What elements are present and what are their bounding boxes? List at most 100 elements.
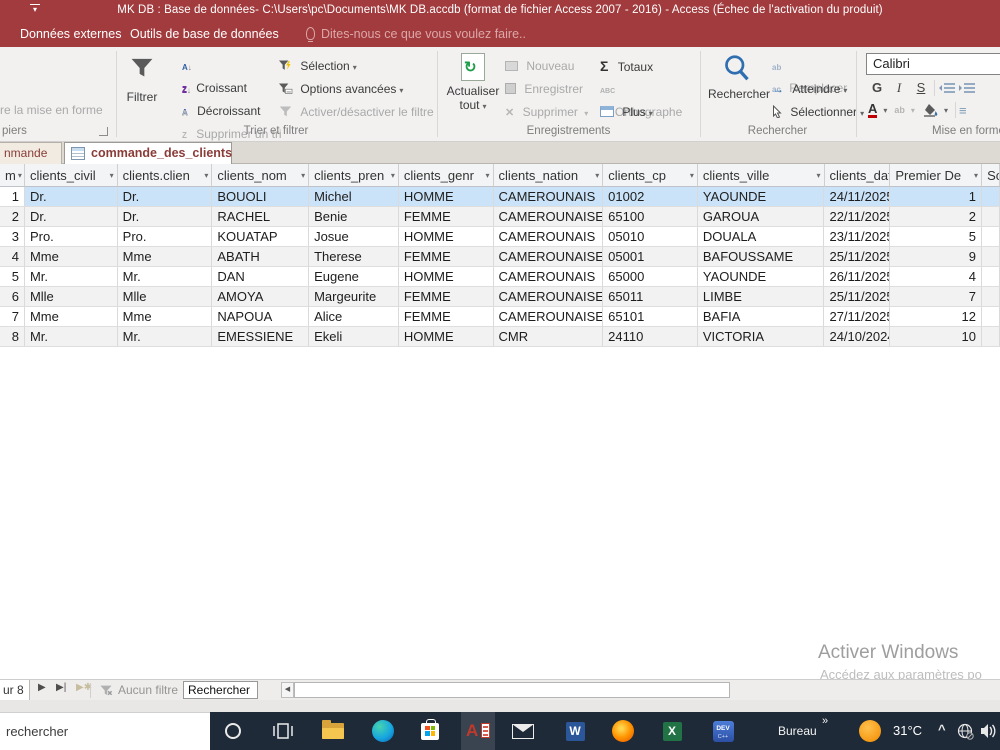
excel-button[interactable]: X <box>655 712 689 750</box>
table-cell[interactable]: 7 <box>890 287 982 307</box>
column-sort-caret-icon[interactable]: ▾ <box>974 171 978 180</box>
table-cell[interactable]: 25/11/2025 <box>824 247 891 267</box>
sort-ascending-button[interactable]: A↓ Z Croissant <box>182 56 247 95</box>
advanced-options-button[interactable]: Options avancées ▾ <box>278 79 403 99</box>
column-header[interactable]: clients_genr ▾ <box>398 164 494 187</box>
volume-button[interactable] <box>980 712 1000 750</box>
file-explorer-button[interactable] <box>316 712 350 750</box>
firefox-button[interactable] <box>606 712 640 750</box>
table-cell[interactable]: YAOUNDE <box>697 187 825 207</box>
table-cell[interactable]: Dr. <box>24 187 118 207</box>
find-button[interactable]: Rechercher <box>708 53 770 101</box>
table-cell[interactable]: DAN <box>212 267 310 287</box>
table-cell[interactable]: CAMEROUNAISE <box>493 247 604 267</box>
table-cell[interactable]: BAFIA <box>697 307 825 327</box>
table-cell[interactable]: 65100 <box>603 207 698 227</box>
refresh-all-button[interactable]: ↻ Actualiser tout ▾ <box>445 53 501 112</box>
column-sort-caret-icon[interactable]: ▾ <box>301 171 305 180</box>
table-cell[interactable] <box>982 287 1000 307</box>
table-cell[interactable]: 4 <box>890 267 982 287</box>
table-cell[interactable]: Dr. <box>24 207 118 227</box>
mail-button[interactable] <box>506 712 540 750</box>
column-header[interactable]: clients_ville ▾ <box>697 164 825 187</box>
weather-button[interactable] <box>853 712 887 750</box>
store-button[interactable] <box>413 712 447 750</box>
table-cell[interactable]: 2 <box>0 207 25 227</box>
italic-button[interactable]: I <box>890 79 908 97</box>
table-cell[interactable]: Pro. <box>24 227 118 247</box>
table-cell[interactable]: 7 <box>0 307 25 327</box>
network-button[interactable] <box>952 712 978 750</box>
table-cell[interactable]: 5 <box>0 267 25 287</box>
table-cell[interactable] <box>982 247 1000 267</box>
column-header[interactable]: m ▾ <box>0 164 25 187</box>
table-cell[interactable]: CAMEROUNAIS <box>493 267 604 287</box>
access-button[interactable]: A <box>461 712 495 750</box>
table-cell[interactable]: NAPOUA <box>212 307 310 327</box>
tab-commande[interactable]: nmande <box>0 142 62 164</box>
tray-chevron-icon[interactable]: ^ <box>938 722 946 737</box>
table-cell[interactable]: 6 <box>0 287 25 307</box>
table-cell[interactable]: CAMEROUNAISE <box>493 287 604 307</box>
table-cell[interactable]: 24/11/2025 <box>824 187 891 207</box>
table-cell[interactable]: 23/11/2025 <box>824 227 891 247</box>
replace-button[interactable]: ab ac Remplacer <box>772 56 847 95</box>
table-cell[interactable]: KOUATAP <box>212 227 310 247</box>
tell-me-box[interactable]: Dites-nous ce que vous voulez faire.. <box>306 27 526 42</box>
column-sort-caret-icon[interactable]: ▾ <box>391 171 395 180</box>
table-cell[interactable]: GAROUA <box>697 207 825 227</box>
table-cell[interactable]: Margeurite <box>309 287 399 307</box>
table-cell[interactable]: DOUALA <box>697 227 825 247</box>
table-cell[interactable]: 5 <box>890 227 982 247</box>
table-cell[interactable]: Mr. <box>24 327 118 347</box>
toolbar-overflow-chevrons[interactable]: » <box>822 715 828 727</box>
table-cell[interactable]: Ekeli <box>309 327 399 347</box>
devcpp-button[interactable]: DEV C++ <box>706 712 740 750</box>
table-cell[interactable]: FEMME <box>398 247 494 267</box>
table-cell[interactable]: CMR <box>493 327 604 347</box>
sort-descending-button[interactable]: Z↓ A Décroissant <box>182 79 260 118</box>
underline-button[interactable]: S <box>912 79 930 97</box>
table-cell[interactable]: 24/10/2024 <box>824 327 891 347</box>
table-cell[interactable]: FEMME <box>398 287 494 307</box>
table-cell[interactable] <box>982 327 1000 347</box>
save-record-button[interactable]: Enregistrer <box>505 79 583 99</box>
column-sort-caret-icon[interactable]: ▾ <box>690 171 694 180</box>
desktop-toolbar-label[interactable]: Bureau <box>778 724 817 738</box>
table-cell[interactable]: Mlle <box>117 287 213 307</box>
table-cell[interactable]: LIMBE <box>697 287 825 307</box>
tab-outils-bdd[interactable]: Outils de base de données <box>130 27 279 41</box>
table-cell[interactable] <box>982 267 1000 287</box>
dialog-launcher-icon[interactable] <box>99 127 108 136</box>
table-cell[interactable]: HOMME <box>398 267 494 287</box>
table-cell[interactable] <box>982 307 1000 327</box>
table-cell[interactable]: 27/11/2025 <box>824 307 891 327</box>
table-cell[interactable]: EMESSIENE <box>212 327 310 347</box>
table-cell[interactable]: FEMME <box>398 207 494 227</box>
table-cell[interactable]: 25/11/2025 <box>824 287 891 307</box>
table-cell[interactable]: 05010 <box>603 227 698 247</box>
table-cell[interactable]: Mme <box>24 307 118 327</box>
remove-sort-button[interactable]: AZ Supprimer un tri <box>182 102 282 141</box>
tab-donnees-externes[interactable]: Données externes <box>20 27 121 41</box>
column-header[interactable]: Premier De ▾ <box>890 164 983 187</box>
table-cell[interactable]: BOUOLI <box>212 187 310 207</box>
table-cell[interactable]: 12 <box>890 307 982 327</box>
column-sort-caret-icon[interactable]: ▾ <box>18 171 22 180</box>
table-cell[interactable]: Therese <box>309 247 399 267</box>
table-cell[interactable]: Mr. <box>24 267 118 287</box>
column-sort-caret-icon[interactable]: ▾ <box>110 171 114 180</box>
table-cell[interactable]: AMOYA <box>212 287 310 307</box>
table-cell[interactable]: 22/11/2025 <box>824 207 891 227</box>
column-header[interactable]: clients_cp ▾ <box>603 164 698 187</box>
table-cell[interactable]: Michel <box>309 187 399 207</box>
last-record-button[interactable]: ▶| <box>56 682 66 693</box>
table-cell[interactable]: Dr. <box>117 207 213 227</box>
goto-button[interactable]: → Atteindre ▾ <box>772 79 847 99</box>
table-cell[interactable]: Eugene <box>309 267 399 287</box>
table-cell[interactable] <box>982 227 1000 247</box>
table-cell[interactable]: 65101 <box>603 307 698 327</box>
word-button[interactable]: W <box>558 712 592 750</box>
column-sort-caret-icon[interactable]: ▾ <box>817 171 821 180</box>
table-cell[interactable]: BAFOUSSAME <box>697 247 825 267</box>
